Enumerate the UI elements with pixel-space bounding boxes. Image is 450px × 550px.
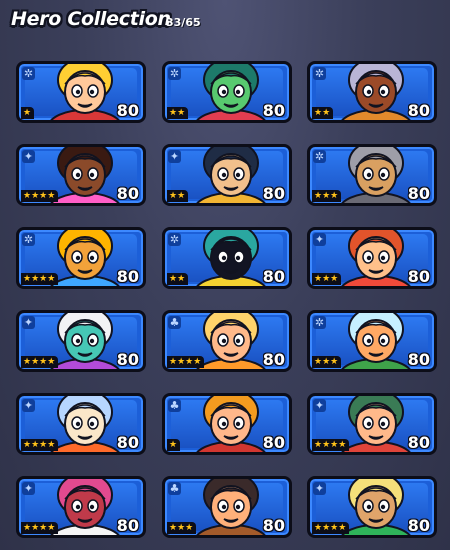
hero-card[interactable]: ✲ ★ 80 <box>16 61 146 123</box>
hero-level: 80 <box>116 267 139 286</box>
hero-card[interactable]: ♣ ★★★★ 80 <box>162 310 292 372</box>
gear-icon: ✲ <box>168 67 181 80</box>
hero-card[interactable]: ✦ ★★★★ 80 <box>16 144 146 206</box>
club-icon: ♣ <box>168 482 181 495</box>
hero-level: 80 <box>407 184 430 203</box>
hero-level: 80 <box>407 267 430 286</box>
hero-level: 80 <box>116 350 139 369</box>
star-rating: ★★★★ <box>21 439 59 451</box>
star-rating: ★★★ <box>312 190 342 202</box>
star-icon: ✦ <box>22 482 35 495</box>
hero-card[interactable]: ✲ ★★ 80 <box>307 61 437 123</box>
hero-card[interactable]: ✦ ★★★★ 80 <box>16 393 146 455</box>
star-icon: ✦ <box>168 150 181 163</box>
hero-card[interactable]: ✦ ★★ 80 <box>162 144 292 206</box>
star-rating: ★★★ <box>167 522 197 534</box>
star-icon: ✦ <box>313 233 326 246</box>
star-icon: ✦ <box>22 316 35 329</box>
hero-card[interactable]: ✦ ★★★★ 80 <box>307 393 437 455</box>
hero-card[interactable]: ✲ ★★★ 80 <box>307 310 437 372</box>
hero-level: 80 <box>262 433 285 452</box>
hero-count: 33/65 <box>166 16 201 29</box>
gear-icon: ✲ <box>313 150 326 163</box>
gear-icon: ✲ <box>313 316 326 329</box>
star-rating: ★★★★ <box>21 190 59 202</box>
hero-level: 80 <box>262 184 285 203</box>
hero-card[interactable]: ✲ ★★ 80 <box>162 61 292 123</box>
hero-level: 80 <box>116 101 139 120</box>
star-rating: ★★ <box>167 190 189 202</box>
gear-icon: ✲ <box>22 233 35 246</box>
gear-icon: ✲ <box>168 233 181 246</box>
star-rating: ★★★★ <box>21 273 59 285</box>
hero-level: 80 <box>262 516 285 535</box>
hero-level: 80 <box>116 433 139 452</box>
star-rating: ★ <box>167 439 181 451</box>
star-rating: ★★★★ <box>21 356 59 368</box>
page-title: Hero Collection <box>11 8 171 30</box>
club-icon: ♣ <box>168 316 181 329</box>
hero-level: 80 <box>116 516 139 535</box>
hero-card[interactable]: ✦ ★★★ 80 <box>307 227 437 289</box>
hero-card[interactable]: ✦ ★★★★ 80 <box>16 310 146 372</box>
star-icon: ✦ <box>313 482 326 495</box>
hero-level: 80 <box>262 350 285 369</box>
hero-level: 80 <box>407 433 430 452</box>
gear-icon: ✲ <box>313 67 326 80</box>
star-rating: ★★★★ <box>312 439 350 451</box>
star-icon: ✦ <box>313 399 326 412</box>
header: Hero Collection 33/65 <box>0 0 450 46</box>
hero-card[interactable]: ✲ ★★★ 80 <box>307 144 437 206</box>
star-rating: ★★★ <box>312 356 342 368</box>
hero-level: 80 <box>116 184 139 203</box>
star-rating: ★★★★ <box>312 522 350 534</box>
hero-card[interactable]: ♣ ★ 80 <box>162 393 292 455</box>
hero-level: 80 <box>407 350 430 369</box>
hero-card[interactable]: ✦ ★★★★ 80 <box>307 476 437 538</box>
star-rating: ★★ <box>167 273 189 285</box>
hero-level: 80 <box>407 101 430 120</box>
hero-level: 80 <box>262 101 285 120</box>
hero-level: 80 <box>262 267 285 286</box>
club-icon: ♣ <box>168 399 181 412</box>
hero-card[interactable]: ♣ ★★★ 80 <box>162 476 292 538</box>
star-rating: ★★★★ <box>21 522 59 534</box>
star-icon: ✦ <box>22 150 35 163</box>
star-rating: ★★ <box>167 107 189 119</box>
gear-icon: ✲ <box>22 67 35 80</box>
star-rating: ★★★★ <box>167 356 205 368</box>
star-icon: ✦ <box>22 399 35 412</box>
hero-card[interactable]: ✲ ★★ 80 <box>162 227 292 289</box>
hero-level: 80 <box>407 516 430 535</box>
star-rating: ★★ <box>312 107 334 119</box>
star-rating: ★★★ <box>312 273 342 285</box>
hero-card[interactable]: ✲ ★★★★ 80 <box>16 227 146 289</box>
hero-card[interactable]: ✦ ★★★★ 80 <box>16 476 146 538</box>
star-rating: ★ <box>21 107 35 119</box>
